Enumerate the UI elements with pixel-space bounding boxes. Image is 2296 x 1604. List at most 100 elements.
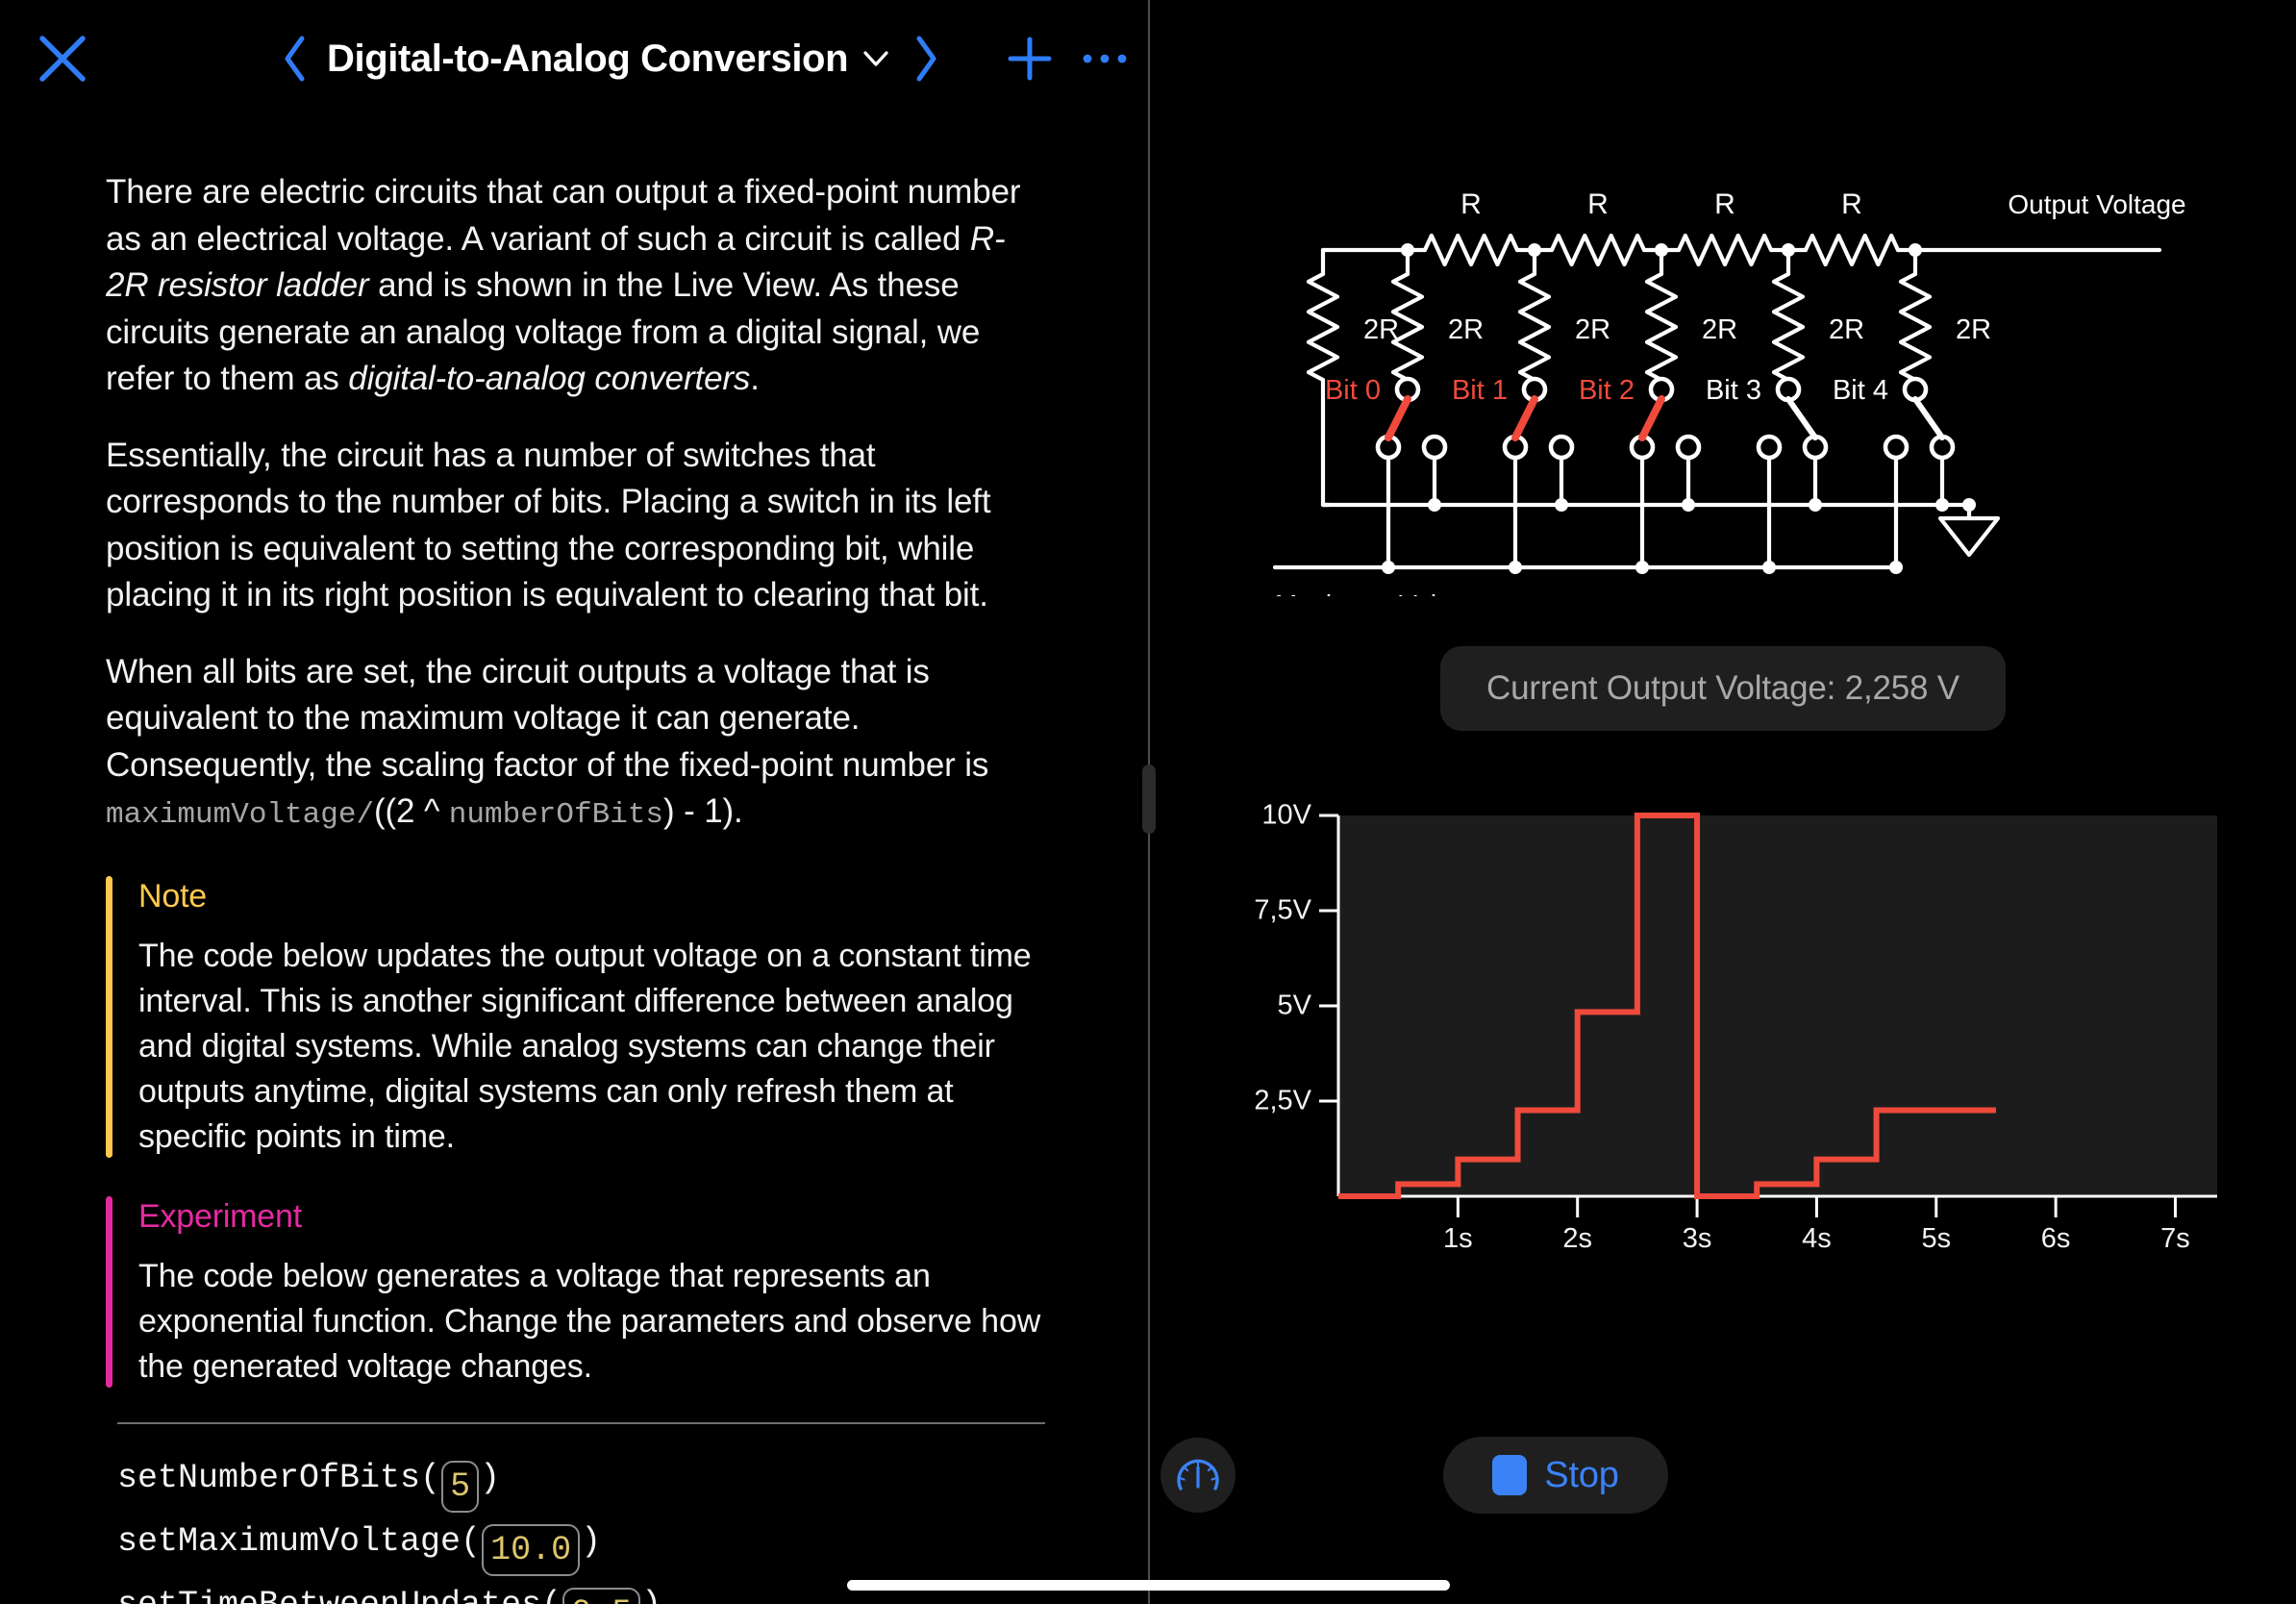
switch-throw-right-0[interactable] [1421, 434, 1448, 461]
section-divider [117, 1421, 1045, 1424]
output-voltage-label: Output Voltage [2008, 192, 2185, 219]
switch-throw-right-2[interactable] [1675, 434, 1702, 461]
series-resistor-label-3: R [1841, 192, 1862, 220]
text-run: . [750, 360, 760, 397]
app-root: Digital-to-Analog Conversion There are e… [0, 0, 2296, 1604]
bit-label-4: Bit 4 [1833, 375, 1888, 406]
ground-symbol-icon [1937, 515, 2001, 558]
chart-x-tick-label-4: 5s [1921, 1223, 1952, 1254]
callout-note: Note The code below updates the output v… [106, 874, 1067, 1160]
callout-accent-bar [106, 1195, 112, 1388]
code-paren: ) [581, 1521, 602, 1561]
chart-y-tick-label-3: 2,5V [1254, 1085, 1311, 1116]
titlebar: Digital-to-Analog Conversion [0, 0, 1149, 123]
series-resistor-2 [1676, 233, 1774, 267]
bit-label-3: Bit 3 [1706, 375, 1761, 406]
ellipsis-icon[interactable] [1075, 29, 1135, 88]
series-resistor-label-1: R [1587, 192, 1609, 220]
callout-accent-bar [106, 875, 112, 1158]
code-parameter-number-of-bits[interactable]: 5 [441, 1460, 480, 1513]
stop-button[interactable]: Stop [1443, 1437, 1668, 1514]
text-run: When all bits are set, the circuit outpu… [106, 652, 989, 784]
callout-body: The code below generates a voltage that … [138, 1257, 1041, 1385]
voltage-chart: 10V 7,5V 5V 2,5V 1s 2s 3s 4s 5s 6s 7s [1254, 798, 2256, 1254]
paragraph-2: Essentially, the circuit has a number of… [106, 433, 1043, 619]
bit-label-2: Bit 2 [1579, 375, 1635, 406]
shunt-resistor-label-2: 2R [1702, 314, 1737, 345]
output-voltage-text: Current Output Voltage: 2,258 V [1486, 669, 1959, 707]
switch-throw-right-1[interactable] [1548, 434, 1575, 461]
callout-experiment: Experiment The code below generates a vo… [106, 1194, 1067, 1390]
text-run: There are electric circuits that can out… [106, 173, 1021, 258]
shunt-resistor-2 [1644, 271, 1679, 383]
switch-blade-1 [1511, 395, 1538, 441]
document-title-group: Digital-to-Analog Conversion [269, 25, 952, 92]
code-call-name: setMaximumVoltage( [117, 1521, 482, 1561]
shunt-resistor-4 [1898, 271, 1933, 383]
bit-label-1: Bit 1 [1452, 375, 1508, 406]
article-pane[interactable]: There are electric circuits that can out… [0, 123, 1149, 1604]
series-resistor-1 [1549, 233, 1647, 267]
shunt-resistor-label-4: 2R [1956, 314, 1991, 345]
chart-y-tick-label-1: 7,5V [1254, 894, 1311, 926]
output-voltage-readout: Current Output Voltage: 2,258 V [1440, 646, 2006, 731]
r2r-ladder-circuit: R R R R Output Voltage 2R 2R Bit 0 2R Bit 1 2R Bit … [1256, 188, 2217, 619]
callout-title: Experiment [138, 1197, 302, 1235]
gauge-icon[interactable] [1160, 1438, 1235, 1513]
series-resistor-label-0: R [1460, 192, 1482, 220]
switch-blade-2 [1638, 395, 1665, 441]
chart-x-tick-label-1: 2s [1562, 1223, 1593, 1254]
text-run: ((2 ^ [374, 792, 449, 830]
plus-icon[interactable] [1000, 29, 1060, 88]
switch-throw-left-3[interactable] [1756, 434, 1783, 461]
code-token-number-of-bits: numberOfBits [448, 798, 664, 832]
switch-blade-4 [1912, 396, 1945, 440]
chevron-left-icon[interactable] [269, 27, 321, 90]
switch-blade-3 [1785, 396, 1818, 440]
series-resistor-label-2: R [1714, 192, 1735, 220]
code-token-maximum-voltage: maximumVoltage/ [106, 798, 375, 832]
shunt-resistor-label-3: 2R [1829, 314, 1864, 345]
code-line-set-number-of-bits: setNumberOfBits(5) [117, 1449, 1091, 1513]
code-paren: ) [480, 1458, 501, 1497]
code-call-name: setTimeBetweenUpdates( [117, 1586, 562, 1604]
code-call-name: setNumberOfBits( [117, 1458, 441, 1497]
bit-label-0: Bit 0 [1325, 375, 1381, 406]
text-run-italic: digital-to-analog converters [348, 360, 751, 397]
code-paren: ) [641, 1586, 661, 1604]
chart-x-tick-label-2: 3s [1682, 1223, 1712, 1254]
shunt-resistor-1 [1517, 271, 1552, 383]
stop-square-icon [1492, 1455, 1528, 1495]
series-resistor-3 [1803, 233, 1901, 267]
code-parameter-time-between-updates[interactable]: 0.5 [562, 1587, 641, 1604]
chart-y-tick-label-2: 5V [1277, 990, 1311, 1021]
chart-y-tick-label-0: 10V [1261, 799, 1311, 831]
stop-button-label: Stop [1544, 1454, 1619, 1495]
chart-x-tick-label-5: 6s [2040, 1223, 2071, 1254]
shunt-resistor-label-0: 2R [1448, 314, 1484, 345]
callout-title: Note [138, 877, 208, 915]
maximum-voltage-label: Maximum Voltage [1275, 589, 1489, 596]
chart-x-tick-label-0: 1s [1443, 1223, 1473, 1254]
text-run: ) - 1). [663, 792, 743, 830]
close-icon[interactable] [33, 29, 92, 88]
paragraph-3: When all bits are set, the circuit outpu… [106, 649, 1043, 840]
shunt-resistor-3 [1771, 271, 1806, 383]
live-view-pane: R R R R Output Voltage 2R 2R Bit 0 2R Bit 1 2R Bit … [1150, 0, 2296, 1604]
chart-plot-area [1338, 815, 2217, 1196]
page-title[interactable]: Digital-to-Analog Conversion [321, 38, 854, 81]
chart-x-tick-label-6: 7s [2160, 1223, 2190, 1254]
chart-x-tick-label-3: 4s [1802, 1223, 1832, 1254]
chevron-right-icon[interactable] [900, 27, 952, 90]
home-indicator [847, 1580, 1450, 1591]
shunt-resistor-label-1: 2R [1575, 314, 1610, 345]
callout-body: The code below updates the output voltag… [138, 937, 1032, 1155]
switch-throw-left-4[interactable] [1883, 434, 1909, 461]
text-run: Essentially, the circuit has a number of… [106, 436, 991, 614]
switch-blade-0 [1385, 395, 1411, 441]
chevron-down-icon[interactable] [861, 48, 890, 69]
terminator-2R [1306, 271, 1340, 383]
paragraph-1: There are electric circuits that can out… [106, 169, 1043, 403]
code-parameter-maximum-voltage[interactable]: 10.0 [482, 1523, 581, 1576]
series-resistor-0 [1422, 233, 1520, 267]
